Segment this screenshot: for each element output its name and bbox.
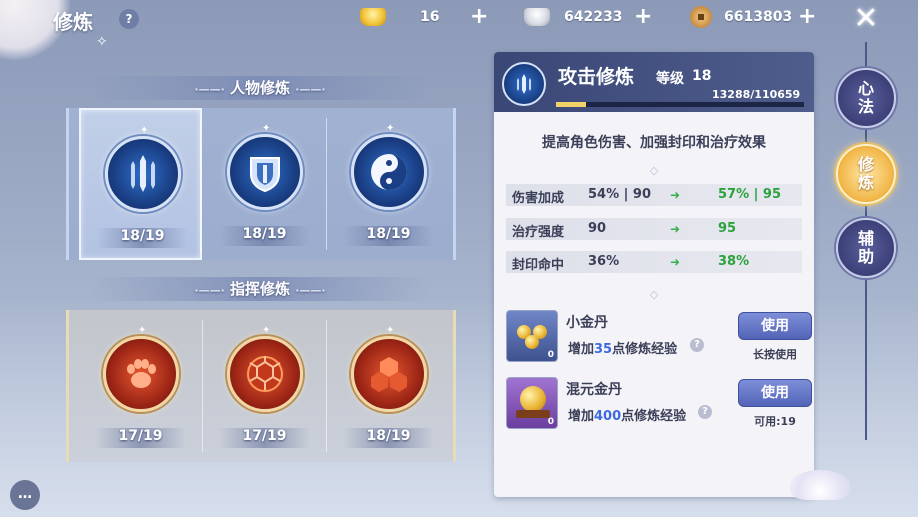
item-count: 0 xyxy=(547,350,554,360)
gold-ingot-icon xyxy=(360,8,386,26)
arrow-right-icon: ➜ xyxy=(670,188,681,202)
item-row-hunyuan-pill: 0 混元金丹 增加400点修炼经验 ? 使用 可用:19 xyxy=(506,377,812,431)
silver-amount: 642233 xyxy=(564,9,623,25)
paw-icon: ✦ xyxy=(103,325,179,412)
use-button[interactable]: 使用 xyxy=(738,312,812,340)
stat-current: 36% xyxy=(588,254,620,269)
skill-level-label: 等级 xyxy=(656,71,684,87)
tab-label: 心 xyxy=(857,79,874,98)
stat-label: 封印命中 xyxy=(512,258,565,273)
use-note: 可用:19 xyxy=(754,415,796,428)
yin-yang-icon: ✦ xyxy=(351,123,427,210)
add-silver-button[interactable]: + xyxy=(634,6,652,28)
stat-label: 治疗强度 xyxy=(512,225,565,240)
use-button[interactable]: 使用 xyxy=(738,379,812,407)
item-count: 0 xyxy=(547,417,554,427)
stat-label: 伤害加成 xyxy=(512,191,565,206)
stat-next: 95 xyxy=(718,221,737,236)
tab-label: 修 xyxy=(857,155,874,174)
title-ornament-right: ·——· xyxy=(295,284,326,297)
skill-detail-panel: 攻击修炼 等级 18 13288/110659 提高角色伤害、加强封印和治疗效果… xyxy=(494,52,814,497)
exp-progress-fill xyxy=(556,102,586,107)
hexagon-shell-icon: ✦ xyxy=(227,325,303,412)
skill-card-attack[interactable]: ✦ 18/19 xyxy=(79,108,202,260)
golden-orb-icon[interactable]: 0 xyxy=(506,377,558,429)
stat-current: 54% | 90 xyxy=(588,187,652,202)
triple-shield-icon: ✦ xyxy=(351,325,427,412)
tab-label: 助 xyxy=(857,247,874,266)
attack-skill-icon xyxy=(502,62,546,106)
skill-level: 18/19 xyxy=(120,228,165,244)
tab-label: 炼 xyxy=(857,173,874,192)
help-button[interactable]: ? xyxy=(119,9,139,29)
arrow-right-icon: ➜ xyxy=(670,255,681,269)
silver-currency: 642233 + xyxy=(524,5,654,31)
skill-card-pet-attack[interactable]: ✦ 17/19 xyxy=(79,310,203,462)
stat-next: 57% | 95 xyxy=(718,187,782,202)
section-title-text: 指挥修炼 xyxy=(229,280,290,298)
stat-row: 封印命中 36% ➜ 38% xyxy=(506,251,802,273)
skill-card-defense[interactable]: ✦ 18/19 xyxy=(203,108,327,260)
coin-amount: 6613803 xyxy=(724,9,793,25)
add-gold-ingot-button[interactable]: + xyxy=(470,6,488,28)
skill-card-pet-resist[interactable]: ✦ 18/19 xyxy=(327,310,450,462)
coin-currency: 6613803 + xyxy=(690,5,820,31)
tab-auxiliary[interactable]: 辅 助 xyxy=(836,218,896,278)
tab-heart-method[interactable]: 心 法 xyxy=(836,68,896,128)
exp-text: 13288/110659 xyxy=(712,88,801,101)
stat-row: 治疗强度 90 ➜ 95 xyxy=(506,218,802,240)
skill-card-pet-defense[interactable]: ✦ 17/19 xyxy=(203,310,327,462)
divider-ornament: ◇ xyxy=(649,288,659,301)
section-title-text: 人物修炼 xyxy=(229,79,290,97)
item-name: 混元金丹 xyxy=(566,382,622,398)
page-title: 修炼 xyxy=(53,10,93,34)
skill-level-value: 18 xyxy=(692,68,712,84)
swords-icon: ✦ xyxy=(105,125,181,212)
tab-cultivation[interactable]: 修 炼 xyxy=(836,144,896,204)
chat-bubble-icon[interactable]: … xyxy=(10,480,40,510)
skill-level: 17/19 xyxy=(242,428,287,444)
character-cultivation-panel: ✦ 18/19 ✦ 18/19 ✦ 18/19 xyxy=(66,108,456,260)
skill-level: 18/19 xyxy=(366,226,411,242)
add-coin-button[interactable]: + xyxy=(798,6,816,28)
title-ornament-right: ·——· xyxy=(295,83,326,96)
command-cultivation-panel: ✦ 17/19 ✦ 17/19 ✦ 18/19 xyxy=(66,310,456,462)
title-ornament-left: ·——· xyxy=(194,284,225,297)
lotus-decoration xyxy=(790,470,850,500)
close-icon[interactable]: ✕ xyxy=(846,2,886,36)
gold-ingot-currency: 16 + xyxy=(360,5,490,31)
skill-level: 18/19 xyxy=(242,226,287,242)
gold-pill-box-icon[interactable]: 0 xyxy=(506,310,558,362)
divider-ornament: ◇ xyxy=(649,164,659,177)
stat-row: 伤害加成 54% | 90 ➜ 57% | 95 xyxy=(506,184,802,206)
skill-level: 18/19 xyxy=(366,428,411,444)
skill-description: 提高角色伤害、加强封印和治疗效果 xyxy=(542,135,766,151)
detail-header: 攻击修炼 等级 18 13288/110659 xyxy=(494,52,814,112)
skill-level: 17/19 xyxy=(118,428,163,444)
gold-ingot-amount: 16 xyxy=(420,9,440,25)
shield-icon: ✦ xyxy=(227,123,303,210)
item-help-icon[interactable]: ? xyxy=(690,338,704,352)
item-help-icon[interactable]: ? xyxy=(698,405,712,419)
crane-icon: ✧ xyxy=(96,34,108,50)
exp-progress-bar xyxy=(556,102,804,107)
item-description: 增加400点修炼经验 xyxy=(568,409,687,424)
item-description: 增加35点修炼经验 xyxy=(568,342,678,357)
item-row-small-pill: 0 小金丹 增加35点修炼经验 ? 使用 长按使用 xyxy=(506,310,812,364)
tab-label: 法 xyxy=(857,97,874,116)
copper-coin-icon xyxy=(690,6,712,28)
stat-current: 90 xyxy=(588,221,607,236)
section-title-character: ·——· 人物修炼 ·——· xyxy=(90,76,430,100)
arrow-right-icon: ➜ xyxy=(670,222,681,236)
top-bar: 修炼 ? ✧ 16 + 642233 + 6613803 + ✕ xyxy=(0,0,918,51)
item-name: 小金丹 xyxy=(566,315,608,331)
use-note: 长按使用 xyxy=(753,348,797,361)
section-title-command: ·——· 指挥修炼 ·——· xyxy=(90,277,430,301)
stat-next: 38% xyxy=(718,254,750,269)
silver-ingot-icon xyxy=(524,8,550,26)
skill-name: 攻击修炼 xyxy=(558,66,635,88)
skill-card-magic[interactable]: ✦ 18/19 xyxy=(327,108,450,260)
title-ornament-left: ·——· xyxy=(194,83,225,96)
tab-label: 辅 xyxy=(857,229,874,248)
